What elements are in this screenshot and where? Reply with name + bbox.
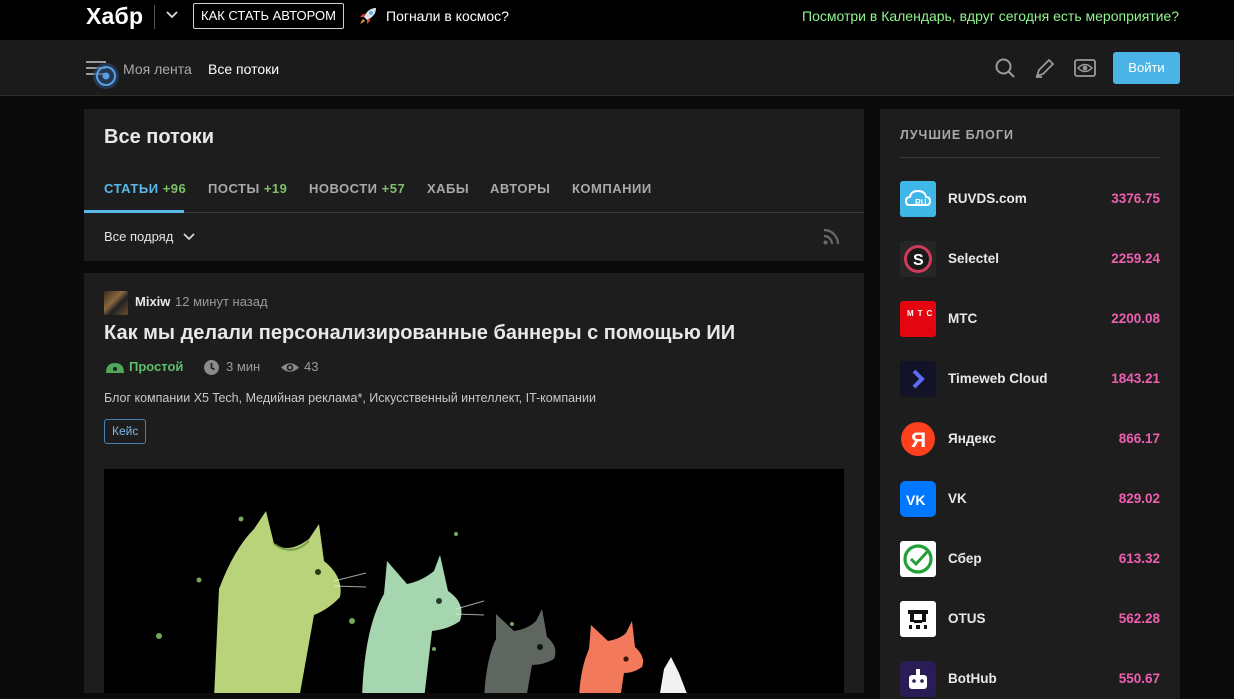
svg-text:S: S xyxy=(913,252,924,269)
feed-tabs: СТАТЬИ +96 ПОСТЫ +19 НОВОСТИ +57 ХАБЫ АВ… xyxy=(84,171,864,213)
difficulty-label: Простой xyxy=(129,359,184,374)
blog-score: 550.67 xyxy=(1118,671,1160,686)
blog-item-timeweb[interactable]: Timeweb Cloud 1843.21 xyxy=(900,359,1160,399)
blog-name: Selectel xyxy=(948,251,1000,266)
rss-icon[interactable] xyxy=(822,228,840,246)
cats-illustration xyxy=(156,511,687,693)
blog-item-mts[interactable]: МТС МТС 2200.08 xyxy=(900,299,1160,339)
blog-item-otus[interactable]: OTUS 562.28 xyxy=(900,599,1160,639)
bothub-logo xyxy=(900,661,936,697)
blog-score: 2200.08 xyxy=(1111,311,1160,326)
svg-text:VK: VK xyxy=(906,492,925,508)
ruvds-logo: RU xyxy=(900,181,936,217)
blog-name: OTUS xyxy=(948,611,986,626)
top-blogs-sidebar: ЛУЧШИЕ БЛОГИ RU RUVDS.com 3376.75 S Sele… xyxy=(880,109,1180,699)
write-icon[interactable] xyxy=(1033,56,1057,80)
blog-name: Timeweb Cloud xyxy=(948,371,1048,386)
sidebar-title: ЛУЧШИЕ БЛОГИ xyxy=(900,128,1014,142)
top-bar: Хабр КАК СТАТЬ АВТОРОМ Погнали в космос?… xyxy=(0,0,1234,40)
svg-text:Я: Я xyxy=(911,429,926,452)
blog-item-vk[interactable]: VK VK 829.02 xyxy=(900,479,1160,519)
article-card: Mixiw 12 минут назад Как мы делали персо… xyxy=(84,273,864,693)
active-tab-indicator xyxy=(84,210,184,213)
otus-logo xyxy=(900,601,936,637)
difficulty-icon xyxy=(106,363,124,373)
article-hubs[interactable]: Блог компании X5 Tech, Медийная реклама*… xyxy=(104,391,596,405)
blog-score: 866.17 xyxy=(1118,431,1160,446)
timeweb-logo xyxy=(900,361,936,397)
selectel-logo: S xyxy=(900,241,936,277)
sber-logo xyxy=(900,541,936,577)
blog-item-yandex[interactable]: Я Яндекс 866.17 xyxy=(900,419,1160,459)
svg-text:RU: RU xyxy=(915,198,927,207)
author-name[interactable]: Mixiw xyxy=(135,294,170,309)
tab-articles[interactable]: СТАТЬИ +96 xyxy=(104,181,186,196)
all-streams-link[interactable]: Все потоки xyxy=(208,61,279,77)
publish-time: 12 минут назад xyxy=(175,294,268,309)
vk-logo: VK xyxy=(900,481,936,517)
my-feed-link[interactable]: Моя лента xyxy=(123,61,192,77)
read-time: 3 мин xyxy=(226,359,261,374)
blog-score: 2259.24 xyxy=(1111,251,1160,266)
avatar[interactable] xyxy=(104,291,128,315)
blog-item-bothub[interactable]: BotHub 550.67 xyxy=(900,659,1160,699)
blog-name: RUVDS.com xyxy=(948,191,1027,206)
tab-authors[interactable]: АВТОРЫ xyxy=(490,181,550,196)
article-cover-image[interactable] xyxy=(104,469,844,693)
filter-dropdown[interactable]: Все подряд xyxy=(104,229,173,244)
login-button[interactable]: Войти xyxy=(1113,52,1180,84)
blog-score: 1843.21 xyxy=(1111,371,1160,386)
blog-score: 829.02 xyxy=(1118,491,1160,506)
rocket-icon xyxy=(360,8,376,24)
tab-hubs[interactable]: ХАБЫ xyxy=(427,181,469,196)
svg-text:МТС: МТС xyxy=(907,309,936,318)
views-count: 43 xyxy=(304,359,319,374)
space-link[interactable]: Погнали в космос? xyxy=(386,8,509,24)
chevron-down-icon[interactable] xyxy=(182,230,196,244)
yandex-logo: Я xyxy=(900,421,936,457)
article-title[interactable]: Как мы делали персонализированные баннер… xyxy=(104,322,735,345)
habr-logo[interactable]: Хабр xyxy=(86,3,143,30)
clock-icon xyxy=(204,360,219,375)
blog-item-ruvds[interactable]: RU RUVDS.com 3376.75 xyxy=(900,179,1160,219)
blog-name: BotHub xyxy=(948,671,997,686)
tab-posts[interactable]: ПОСТЫ +19 xyxy=(208,181,287,196)
nav-bar: Моя лента Все потоки Войти xyxy=(0,40,1234,96)
article-tag[interactable]: Кейс xyxy=(104,419,147,444)
sidebar-divider xyxy=(900,157,1160,158)
blog-name: Яндекс xyxy=(948,431,997,446)
tab-news[interactable]: НОВОСТИ +57 xyxy=(309,181,405,196)
logo-divider xyxy=(154,5,155,29)
search-icon[interactable] xyxy=(993,56,1017,80)
tab-companies[interactable]: КОМПАНИИ xyxy=(572,181,652,196)
menu-icon[interactable] xyxy=(86,60,120,90)
feed-header: Все потоки СТАТЬИ +96 ПОСТЫ +19 НОВОСТИ … xyxy=(84,109,864,261)
page-title: Все потоки xyxy=(104,126,215,148)
blog-score: 3376.75 xyxy=(1111,191,1160,206)
blog-item-sber[interactable]: Сбер 613.32 xyxy=(900,539,1160,579)
become-author-button[interactable]: КАК СТАТЬ АВТОРОМ xyxy=(193,3,344,29)
blog-score: 613.32 xyxy=(1118,551,1160,566)
blog-score: 562.28 xyxy=(1118,611,1160,626)
views-icon xyxy=(281,363,299,372)
calendar-link[interactable]: Посмотри в Календарь, вдруг сегодня есть… xyxy=(802,8,1179,24)
blog-name: Сбер xyxy=(948,551,982,566)
eye-icon[interactable] xyxy=(1073,56,1097,80)
chevron-down-icon[interactable] xyxy=(164,6,180,24)
blog-name: VK xyxy=(948,491,967,506)
blog-item-selectel[interactable]: S Selectel 2259.24 xyxy=(900,239,1160,279)
blog-name: МТС xyxy=(948,311,978,326)
mts-logo: МТС xyxy=(900,301,936,337)
